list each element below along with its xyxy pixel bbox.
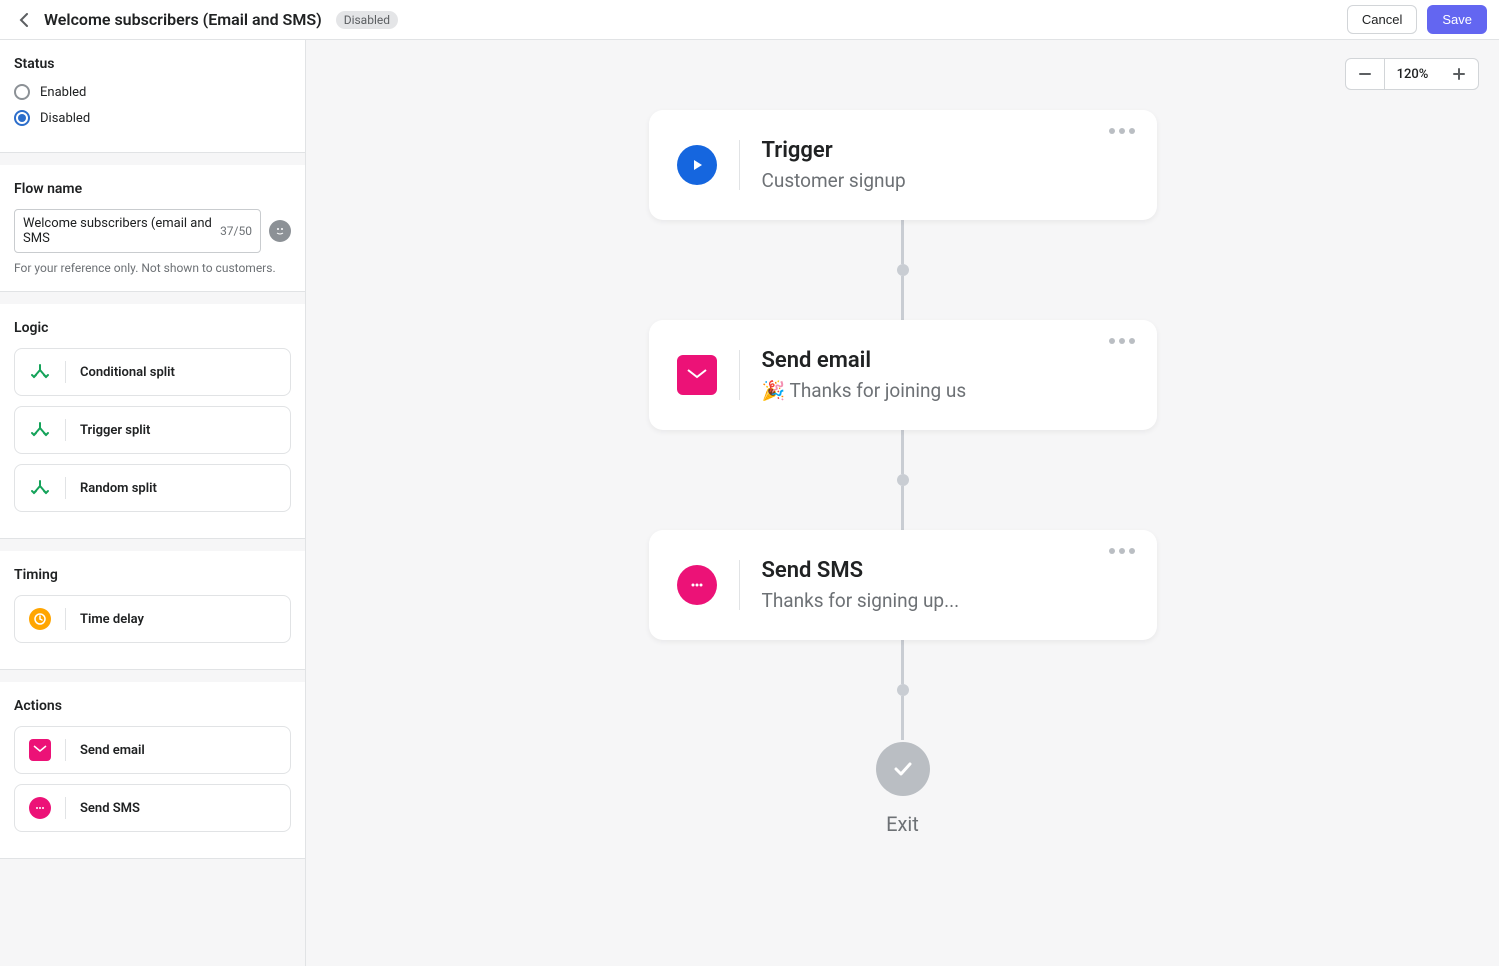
node-subtitle: 🎉 Thanks for joining us	[762, 379, 1129, 402]
block-label: Trigger split	[80, 423, 150, 438]
node-send-email[interactable]: Send email 🎉 Thanks for joining us	[649, 320, 1157, 430]
block-time-delay[interactable]: Time delay	[14, 595, 291, 643]
emoji-button[interactable]	[269, 220, 291, 242]
node-subtitle: Thanks for signing up...	[762, 589, 1129, 612]
page-title: Welcome subscribers (Email and SMS)	[44, 10, 322, 29]
connector	[901, 640, 904, 684]
connector	[901, 696, 904, 740]
split-icon	[29, 419, 51, 441]
node-send-sms[interactable]: Send SMS Thanks for signing up...	[649, 530, 1157, 640]
topbar: Welcome subscribers (Email and SMS) Disa…	[0, 0, 1499, 40]
sidebar: Status Enabled Disabled Flow name Welcom…	[0, 40, 306, 966]
clock-icon	[29, 608, 51, 630]
chat-bubble-icon	[677, 565, 717, 605]
node-title: Send SMS	[762, 558, 1129, 583]
add-node-dot[interactable]	[897, 264, 909, 276]
logic-panel: Logic Conditional split Trigger split	[0, 304, 305, 539]
node-title: Trigger	[762, 138, 1129, 163]
exit-label: Exit	[886, 812, 919, 836]
exit-node	[876, 742, 930, 796]
panel-title-status: Status	[14, 56, 291, 72]
play-icon	[677, 145, 717, 185]
panel-title-logic: Logic	[14, 320, 291, 336]
zoom-in-button[interactable]	[1440, 59, 1478, 89]
radio-disabled[interactable]: Disabled	[14, 110, 291, 126]
connector	[901, 220, 904, 264]
node-menu-button[interactable]	[1109, 128, 1135, 134]
block-label: Send email	[80, 743, 145, 758]
connector	[901, 486, 904, 530]
connector	[901, 430, 904, 474]
node-menu-button[interactable]	[1109, 338, 1135, 344]
back-button[interactable]	[12, 8, 36, 32]
panel-title-actions: Actions	[14, 698, 291, 714]
block-label: Send SMS	[80, 801, 140, 816]
zoom-controls: 120%	[1345, 58, 1479, 90]
panel-title-timing: Timing	[14, 567, 291, 583]
minus-icon	[1358, 67, 1372, 81]
canvas[interactable]: 120% Trigger Customer signup	[306, 40, 1499, 966]
flowname-counter: 37/50	[220, 224, 252, 238]
zoom-out-button[interactable]	[1346, 59, 1384, 89]
radio-label: Enabled	[40, 85, 86, 100]
connector	[901, 276, 904, 320]
block-label: Random split	[80, 481, 157, 496]
block-conditional-split[interactable]: Conditional split	[14, 348, 291, 396]
status-badge: Disabled	[336, 11, 398, 29]
check-icon	[890, 756, 916, 782]
status-panel: Status Enabled Disabled	[0, 40, 305, 153]
block-send-email[interactable]: Send email	[14, 726, 291, 774]
add-node-dot[interactable]	[897, 474, 909, 486]
chat-bubble-icon	[29, 797, 51, 819]
plus-icon	[1452, 67, 1466, 81]
block-label: Time delay	[80, 612, 144, 627]
node-trigger[interactable]: Trigger Customer signup	[649, 110, 1157, 220]
radio-enabled[interactable]: Enabled	[14, 84, 291, 100]
smiley-icon	[274, 225, 286, 237]
node-title: Send email	[762, 348, 1129, 373]
node-menu-button[interactable]	[1109, 548, 1135, 554]
flowname-value: Welcome subscribers (email and SMS	[23, 216, 220, 246]
envelope-icon	[29, 739, 51, 761]
panel-title-flowname: Flow name	[14, 181, 291, 197]
block-send-sms[interactable]: Send SMS	[14, 784, 291, 832]
envelope-icon	[677, 355, 717, 395]
block-random-split[interactable]: Random split	[14, 464, 291, 512]
block-trigger-split[interactable]: Trigger split	[14, 406, 291, 454]
node-subtitle: Customer signup	[762, 169, 1129, 192]
radio-label: Disabled	[40, 111, 90, 126]
flow-container: Trigger Customer signup Send email 🎉 Tha…	[649, 110, 1157, 836]
save-button[interactable]: Save	[1427, 5, 1487, 34]
flowname-panel: Flow name Welcome subscribers (email and…	[0, 165, 305, 292]
radio-icon	[14, 110, 30, 126]
flowname-input[interactable]: Welcome subscribers (email and SMS 37/50	[14, 209, 261, 253]
zoom-level: 120%	[1384, 59, 1440, 89]
cancel-button[interactable]: Cancel	[1347, 5, 1417, 34]
chevron-left-icon	[19, 13, 29, 27]
flowname-help: For your reference only. Not shown to cu…	[14, 261, 291, 275]
radio-icon	[14, 84, 30, 100]
timing-panel: Timing Time delay	[0, 551, 305, 670]
actions-panel: Actions Send email Send SMS	[0, 682, 305, 859]
block-label: Conditional split	[80, 365, 175, 380]
split-icon	[29, 477, 51, 499]
split-icon	[29, 361, 51, 383]
add-node-dot[interactable]	[897, 684, 909, 696]
